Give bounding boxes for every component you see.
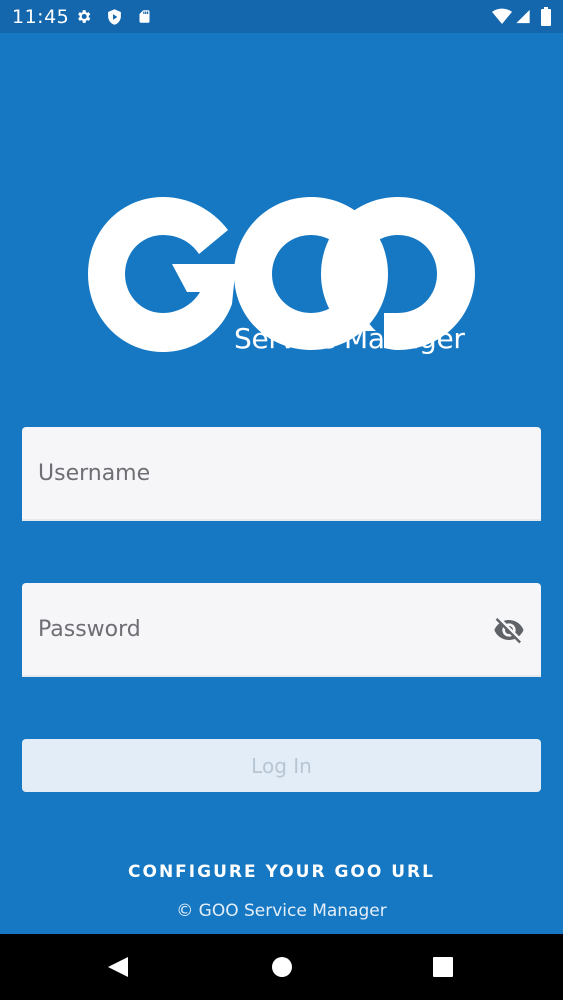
username-input[interactable] (38, 427, 478, 519)
signal-icon (516, 9, 530, 24)
username-field[interactable] (22, 427, 541, 521)
login-screen: 11:45 Service Manager Username Log In CO… (0, 0, 563, 1000)
sd-card-icon (139, 10, 150, 23)
login-button[interactable]: Log In (22, 739, 541, 792)
gear-icon (78, 10, 91, 23)
status-time: 11:45 (12, 6, 70, 28)
recents-icon[interactable] (428, 952, 458, 982)
home-icon[interactable] (267, 952, 297, 982)
navigation-bar (0, 934, 563, 1000)
configure-url-link[interactable]: CONFIGURE YOUR GOO URL (0, 862, 563, 882)
wifi-icon (492, 8, 512, 24)
logo-subtitle: Service Manager (234, 322, 465, 355)
back-icon[interactable] (103, 952, 133, 982)
status-bar: 11:45 (0, 0, 563, 33)
eye-off-icon[interactable] (493, 614, 525, 646)
battery-icon (541, 7, 551, 26)
password-field[interactable] (22, 583, 541, 677)
password-input[interactable] (38, 583, 478, 675)
copyright-text: © GOO Service Manager (176, 901, 387, 921)
play-protect-icon (108, 9, 121, 25)
logo-letter-g (88, 197, 236, 352)
